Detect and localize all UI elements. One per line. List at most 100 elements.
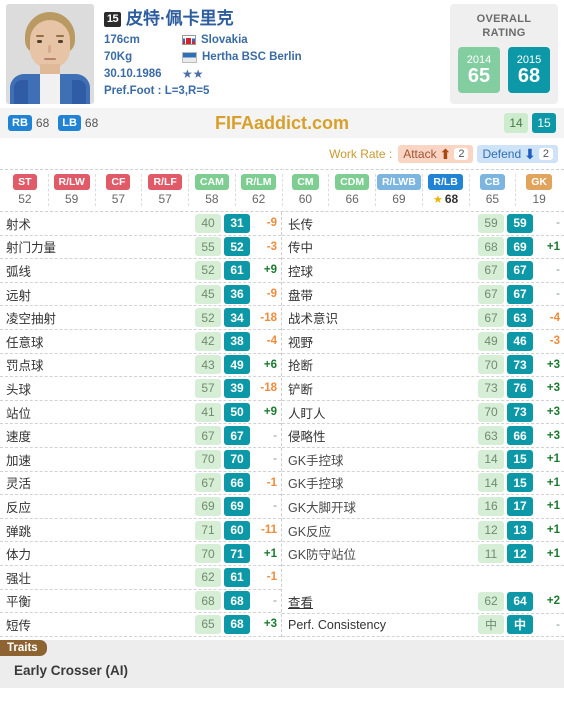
slovakia-flag-icon: [182, 35, 196, 46]
position-tag[interactable]: CDM: [335, 174, 370, 190]
stat-old-value: 16: [478, 496, 504, 516]
stat-row: 射术 40 31 -9: [0, 212, 281, 236]
mini-position-tag-lb[interactable]: LB: [58, 115, 81, 131]
stat-delta: +6: [263, 358, 277, 371]
position-tag[interactable]: R/LWB: [376, 174, 421, 190]
player-weight: 70Kg: [104, 50, 133, 63]
stats-column-right: 长传 59 59- 传中 68 69 +1 控球 67 67- 盘带 67 67- 战术意识 67 63 -4 视…: [282, 212, 564, 638]
stat-row: 传中 68 69 +1: [282, 236, 564, 260]
mini-position-tag-rb[interactable]: RB: [8, 115, 32, 131]
stat-delta: -3: [549, 335, 560, 348]
year-toggle-badges: 14 15: [504, 113, 556, 133]
stat-old-value: 70: [478, 355, 504, 375]
player-nation[interactable]: Slovakia: [201, 32, 248, 49]
stat-old-value: 40: [195, 213, 221, 233]
stats-column-left: 射术 40 31 -9 射门力量 55 52 -3 弧线 52 61 +9 远射 45 36 -9 凌空抽射 52…: [0, 212, 282, 638]
position-cell: R/LB ★ 68: [423, 174, 470, 206]
stat-old-value: 12: [478, 520, 504, 540]
stat-delta: -: [273, 500, 277, 513]
year-badge-15[interactable]: 15: [532, 113, 556, 133]
position-cell: CDM 66: [329, 174, 376, 206]
position-tag[interactable]: CAM: [194, 174, 229, 190]
position-ratings-row: ST 52 R/LW 59 CF 57 R/LF 57 CAM 58 R/LM 62 CM 60 CDM 66…: [0, 170, 564, 212]
position-tag[interactable]: R/LB: [428, 174, 463, 190]
position-value-text: 57: [111, 192, 126, 206]
stat-name: GK手控球: [288, 453, 344, 468]
stat-row: 站位 41 50 +9: [0, 401, 281, 425]
stat-name[interactable]: 查看: [288, 592, 478, 611]
stat-row: Perf. Consistency 中中 -: [282, 614, 564, 638]
stat-new-value: 67: [224, 426, 250, 446]
rating-old-year: 2014: [466, 53, 492, 66]
stat-delta: +2: [546, 595, 560, 608]
position-value-text: 59: [64, 192, 79, 206]
position-cell: GK 19: [516, 174, 562, 206]
stat-delta: +1: [546, 547, 560, 560]
stat-new-value: 59: [507, 213, 533, 233]
position-tag[interactable]: CM: [292, 174, 319, 190]
stat-name: 侵略性: [288, 430, 326, 445]
position-tag[interactable]: ST: [13, 174, 37, 190]
stat-old-value: 67: [478, 284, 504, 304]
stat-name: 站位: [6, 406, 32, 421]
position-tag[interactable]: R/LM: [240, 174, 277, 190]
overall-rating-title-1: OVERALL: [476, 13, 532, 25]
stat-name: 速度: [6, 430, 32, 445]
stats-area: 射术 40 31 -9 射门力量 55 52 -3 弧线 52 61 +9 远射 45 36 -9 凌空抽射 52…: [0, 212, 564, 638]
position-tag[interactable]: R/LF: [148, 174, 182, 190]
stat-row: 速度 67 67 -: [0, 424, 281, 448]
work-rate-defend-label: Defend: [482, 146, 522, 161]
position-tag[interactable]: GK: [526, 174, 552, 190]
stat-new-value: 34: [224, 308, 250, 328]
stat-new-value: 15: [507, 473, 533, 493]
stat-new-value: 76: [507, 378, 533, 398]
stat-name: 头球: [6, 382, 32, 397]
position-cell: CB 65: [470, 174, 517, 206]
work-rate-attack-value: 2: [454, 147, 469, 160]
stat-row: 铲断 73 76 +3: [282, 377, 564, 401]
position-cell: CAM 58: [189, 174, 236, 206]
work-rate-attack: Attack ⬆ 2: [398, 144, 474, 163]
rating-new-year-cell: 2015 68: [508, 47, 550, 93]
stat-delta: +9: [263, 264, 277, 277]
player-name[interactable]: 皮特·佩卡里克: [126, 9, 234, 29]
mini-position-value-lb: 68: [84, 116, 99, 130]
stat-name: 长传: [288, 217, 314, 232]
stat-row: 平衡 68 68 -: [0, 590, 281, 614]
stat-row: 控球 67 67 -: [282, 259, 564, 283]
stat-row: 罚点球 43 49 +6: [0, 354, 281, 378]
position-value: 65: [486, 192, 499, 206]
stat-delta: -: [556, 217, 560, 230]
player-club[interactable]: Hertha BSC Berlin: [202, 49, 302, 66]
stat-delta: +3: [546, 406, 560, 419]
stat-old-value: 42: [195, 331, 221, 351]
position-value-text: 19: [532, 192, 546, 206]
stat-old-value: 70: [195, 544, 221, 564]
stat-row: 视野 49 46 -3: [282, 330, 564, 354]
stat-new-value: 73: [507, 402, 533, 422]
stat-old-value: 中: [478, 615, 504, 635]
mini-position-value-rb: 68: [35, 116, 50, 130]
stat-row: 侵略性 63 66 +3: [282, 424, 564, 448]
stat-old-value: 52: [195, 308, 221, 328]
stat-row: 凌空抽射 52 34 -18: [0, 306, 281, 330]
year-badge-14[interactable]: 14: [504, 113, 528, 133]
stat-delta: -: [273, 429, 277, 442]
overall-rating-box: OVERALL RATING 2014 65 2015 68: [450, 4, 558, 104]
stat-delta: -18: [260, 382, 277, 395]
position-cell: R/LM 62: [236, 174, 283, 206]
position-tag[interactable]: CF: [106, 174, 131, 190]
position-cell: R/LWB 69: [376, 174, 423, 206]
work-rate-bar: Work Rate : Attack ⬆ 2 Defend ⬇ 2: [0, 138, 564, 170]
stat-new-value: 68: [224, 614, 250, 634]
stat-delta: +3: [263, 618, 277, 631]
stat-name: 凌空抽射: [6, 312, 57, 327]
position-tag[interactable]: CB: [479, 174, 505, 190]
stat-old-value: 62: [478, 591, 504, 611]
player-birthdate: 30.10.1986: [104, 67, 162, 80]
stat-row: GK防守站位 11 12 +1: [282, 542, 564, 566]
position-tag[interactable]: R/LW: [53, 174, 90, 190]
stat-row: 抢断 70 73 +3: [282, 354, 564, 378]
stat-name: Perf. Consistency: [288, 617, 386, 632]
work-rate-defend: Defend ⬇ 2: [477, 144, 558, 163]
